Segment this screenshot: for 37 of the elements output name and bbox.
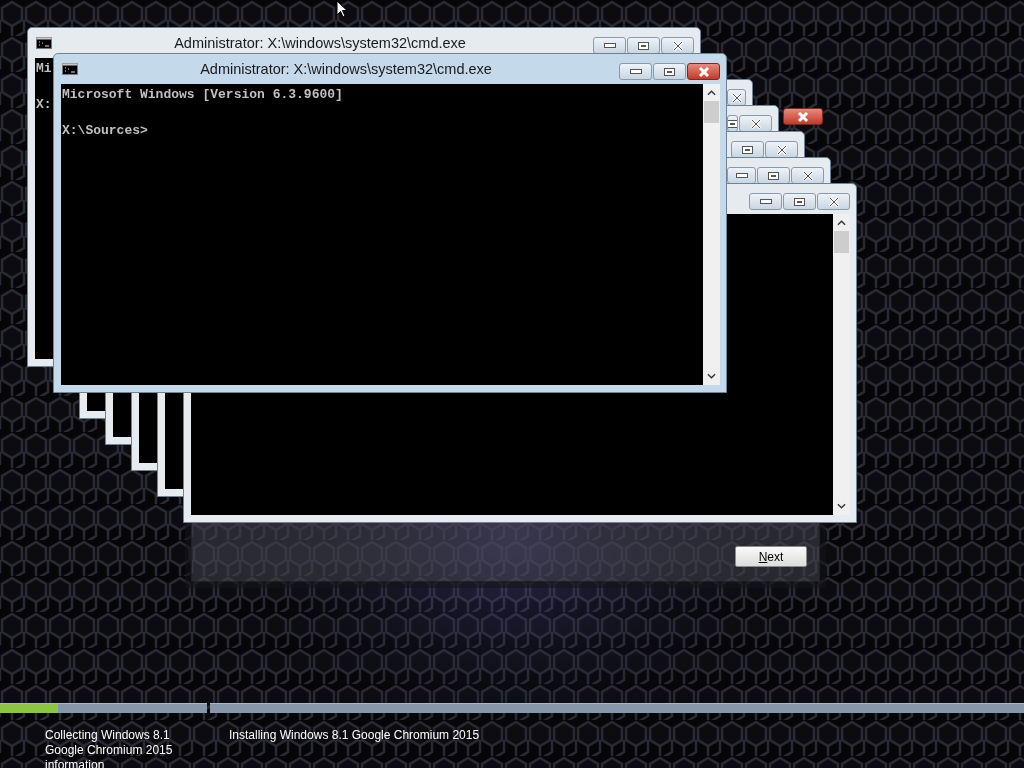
minimize-button[interactable] xyxy=(619,63,652,80)
step-label: Installing Windows 8.1 Google Chromium 2015 xyxy=(228,728,481,743)
close-icon xyxy=(797,111,809,122)
maximize-icon xyxy=(664,67,675,76)
maximize-icon xyxy=(794,197,805,206)
minimize-icon xyxy=(735,173,748,178)
cursor-icon xyxy=(336,0,348,18)
console-prompt: X:\Sources> xyxy=(62,123,148,138)
close-icon xyxy=(749,118,762,129)
maximize-icon xyxy=(638,41,649,50)
minimize-icon xyxy=(603,43,616,48)
close-icon xyxy=(775,144,788,155)
scrollbar[interactable] xyxy=(703,84,720,385)
maximize-icon xyxy=(742,145,753,154)
next-button[interactable]: Next xyxy=(735,546,807,567)
close-icon xyxy=(730,92,743,103)
maximize-icon xyxy=(768,171,779,180)
console-icon xyxy=(62,63,78,75)
console-prompt: X: xyxy=(36,97,52,112)
close-icon xyxy=(801,170,814,181)
console-icon xyxy=(36,37,52,49)
minimize-icon xyxy=(759,199,772,204)
console-text: Microsoft Windows [Version 6.3.9600] xyxy=(62,87,343,102)
console-text: Mi xyxy=(36,61,52,76)
close-icon xyxy=(697,66,710,77)
maximize-icon xyxy=(728,119,737,128)
close-icon xyxy=(827,196,840,207)
minimize-icon xyxy=(629,69,642,74)
close-button[interactable] xyxy=(783,108,823,125)
scrollbar-thumb[interactable] xyxy=(704,101,719,123)
scroll-down-icon[interactable] xyxy=(707,373,716,379)
close-button[interactable] xyxy=(687,63,720,80)
scroll-up-icon[interactable] xyxy=(707,90,716,96)
close-icon xyxy=(671,40,684,51)
window-title: Administrator: X:\windows\system32\cmd.exe xyxy=(199,61,493,77)
maximize-button[interactable] xyxy=(653,63,686,80)
window-title: Administrator: X:\windows\system32\cmd.exe xyxy=(173,35,467,51)
